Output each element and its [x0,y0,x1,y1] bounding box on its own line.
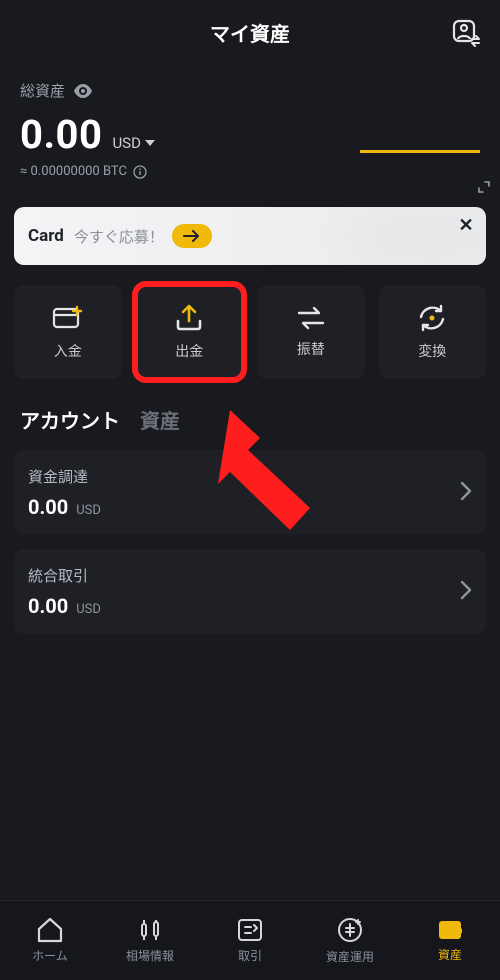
deposit-icon [51,303,85,333]
total-amount: 0.00 [20,111,102,158]
total-assets-label: 総資産 [20,80,65,101]
currency-label: USD [112,134,140,152]
account-title: 資金調達 [28,466,101,487]
deposit-button[interactable]: 入金 [14,285,122,379]
page-title: マイ資産 [210,18,290,47]
accent-underline [360,150,480,153]
withdraw-button[interactable]: 出金 [136,285,244,379]
arrow-pill-icon [172,224,212,248]
account-amount: 0.00 [28,594,68,618]
chevron-right-icon [460,481,472,505]
account-row-funding[interactable]: 資金調達 0.00 USD [14,450,486,535]
earn-icon [336,916,364,944]
tab-accounts[interactable]: アカウント [20,405,120,434]
home-icon [36,917,64,943]
candlestick-icon [137,917,163,943]
user-swap-icon[interactable] [450,15,484,49]
convert-label: 変換 [418,341,446,361]
chevron-right-icon [460,580,472,604]
deposit-label: 入金 [54,341,82,361]
card-banner[interactable]: Card 今すぐ応募！ ✕ [14,207,486,265]
nav-label: 資産運用 [326,948,374,965]
account-amount: 0.00 [28,495,68,519]
visibility-toggle-icon[interactable] [73,84,93,98]
card-banner-sub: 今すぐ応募！ [74,226,164,247]
transfer-label: 振替 [297,339,325,359]
card-banner-title: Card [28,226,64,246]
chevron-down-icon [145,140,155,146]
convert-button[interactable]: 変換 [379,285,487,379]
convert-icon [417,303,447,333]
nav-assets[interactable]: 資産 [410,918,490,963]
nav-earn[interactable]: 資産運用 [310,916,390,965]
nav-label: 資産 [438,946,462,963]
withdraw-label: 出金 [175,341,203,361]
nav-home[interactable]: ホーム [10,917,90,964]
withdraw-icon [173,303,205,333]
nav-trade[interactable]: 取引 [210,917,290,964]
nav-label: 相場情報 [126,947,174,964]
account-row-unified[interactable]: 統合取引 0.00 USD [14,549,486,634]
transfer-button[interactable]: 振替 [257,285,365,379]
tab-assets[interactable]: 資産 [140,405,180,434]
info-icon[interactable] [133,165,147,179]
nav-label: 取引 [238,947,262,964]
currency-selector[interactable]: USD [112,134,154,152]
close-icon[interactable]: ✕ [456,215,476,235]
account-ccy: USD [76,602,101,617]
nav-markets[interactable]: 相場情報 [110,917,190,964]
expand-icon[interactable] [478,178,490,197]
account-ccy: USD [76,503,101,518]
btc-equivalent: ≈ 0.00000000 BTC [20,164,127,179]
trade-icon [236,917,264,943]
wallet-icon [436,918,464,942]
nav-label: ホーム [32,947,68,964]
transfer-icon [295,305,327,331]
account-title: 統合取引 [28,565,101,586]
